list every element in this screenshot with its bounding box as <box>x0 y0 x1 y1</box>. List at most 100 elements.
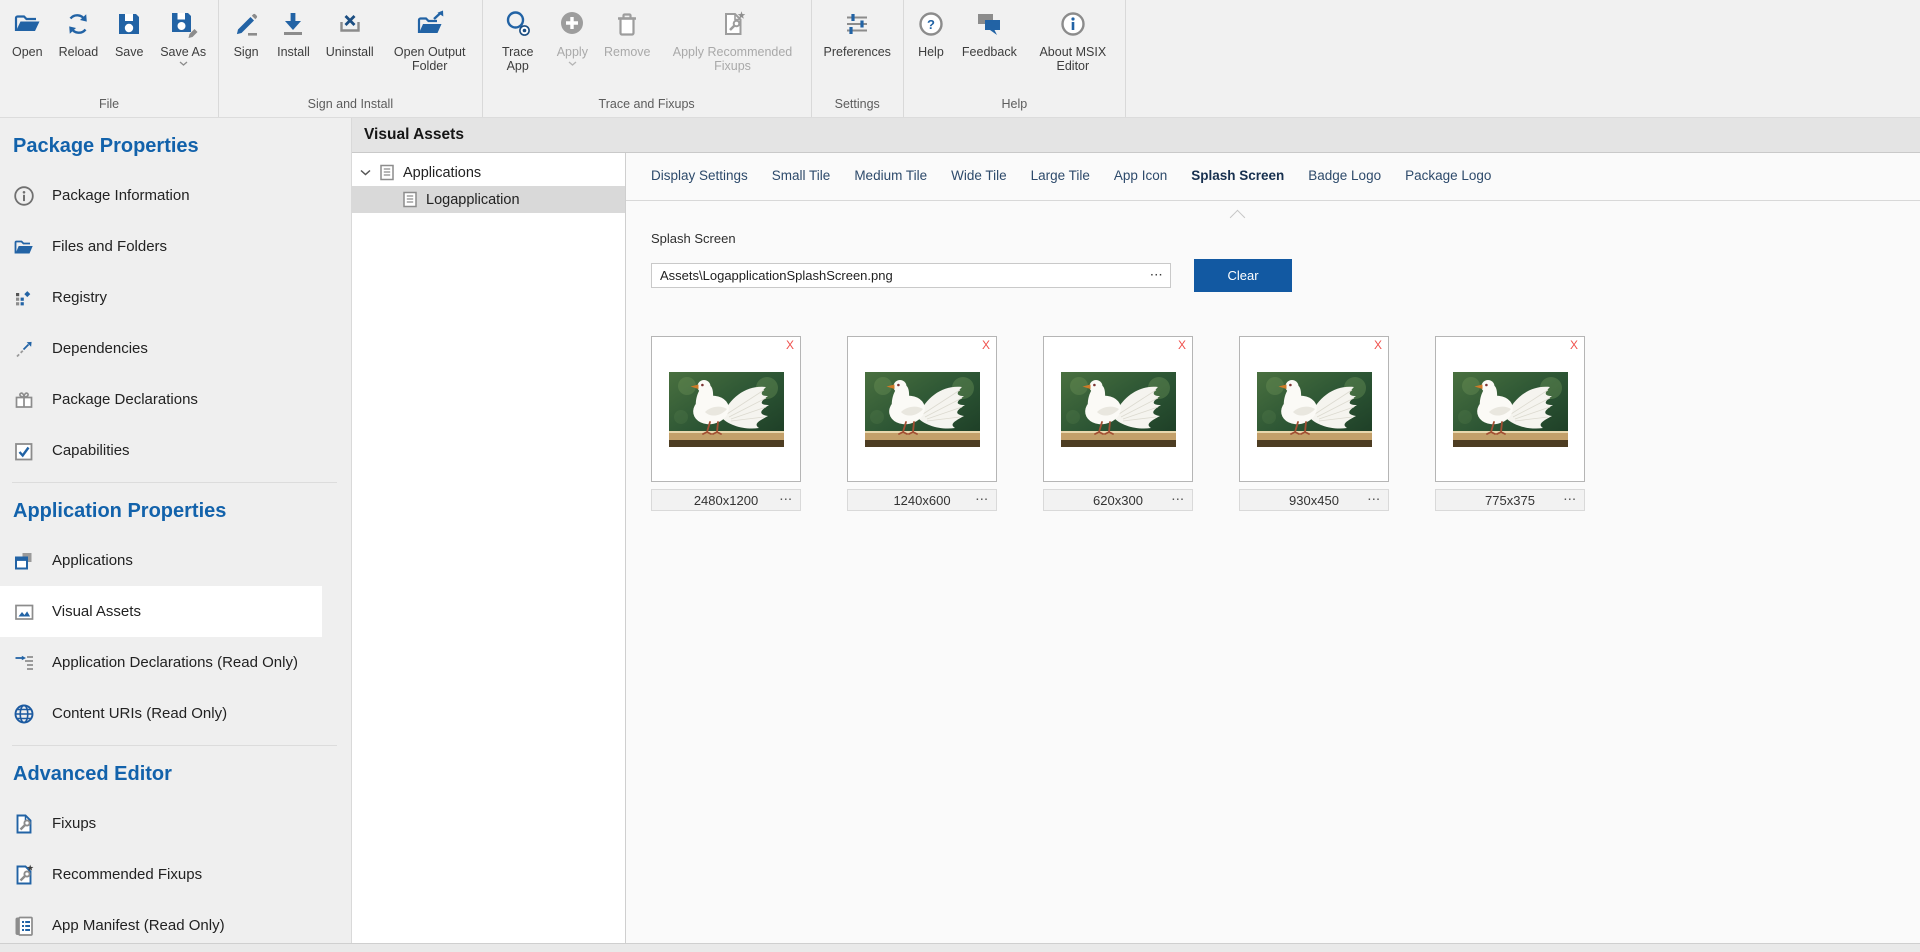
applications-tree: Applications Logapplication <box>352 153 626 943</box>
sidebar-item-label: Registry <box>52 289 107 306</box>
splash-path-input[interactable] <box>651 263 1171 288</box>
remove-asset-icon[interactable]: X <box>1178 339 1186 351</box>
ribbon-group-settings: Preferences Settings <box>811 0 903 117</box>
chevron-down-icon[interactable] <box>179 61 188 66</box>
tab-display-settings[interactable]: Display Settings <box>651 168 748 200</box>
group-label-settings: Settings <box>812 95 903 117</box>
sidebar-item-label: Content URIs (Read Only) <box>52 705 227 722</box>
uninstall-label: Uninstall <box>326 45 374 59</box>
application-node-icon <box>402 191 418 208</box>
sidebar-item-content-uris[interactable]: Content URIs (Read Only) <box>0 688 351 739</box>
sidebar-item-applications[interactable]: Applications <box>0 535 351 586</box>
bottom-scrollbar-strip[interactable] <box>0 943 1920 952</box>
apply-recommended-fixups-button[interactable]: Apply Recommended Fixups <box>659 7 807 73</box>
tab-package-logo[interactable]: Package Logo <box>1405 168 1491 200</box>
ribbon-group-help: ? Help Feedback About MSIX Editor Help <box>903 0 1126 117</box>
group-label-help: Help <box>904 95 1125 117</box>
sidebar-item-label: Package Declarations <box>52 391 198 408</box>
navigation-sidebar: Package Properties Package Information F… <box>0 118 352 943</box>
tile-menu-button[interactable]: ··· <box>1368 495 1381 506</box>
feedback-label: Feedback <box>962 45 1017 59</box>
feedback-button[interactable]: Feedback <box>954 7 1025 59</box>
tab-splash-screen[interactable]: Splash Screen <box>1191 168 1284 200</box>
about-msix-editor-button[interactable]: About MSIX Editor <box>1025 7 1121 73</box>
remove-asset-icon[interactable]: X <box>786 339 794 351</box>
preferences-button[interactable]: Preferences <box>816 7 899 59</box>
tree-item-applications[interactable]: Applications <box>352 159 625 186</box>
size-badge: 1240x600 ··· <box>847 489 997 511</box>
sidebar-item-application-declarations[interactable]: Application Declarations (Read Only) <box>0 637 351 688</box>
sidebar-item-label: Files and Folders <box>52 238 167 255</box>
reload-button[interactable]: Reload <box>51 7 107 59</box>
preview-box: X <box>1043 336 1193 482</box>
reload-label: Reload <box>59 45 99 59</box>
tab-badge-logo[interactable]: Badge Logo <box>1308 168 1381 200</box>
install-label: Install <box>277 45 310 59</box>
tab-small-tile[interactable]: Small Tile <box>772 168 831 200</box>
tree-item-logapplication[interactable]: Logapplication <box>352 186 625 213</box>
size-label: 775x375 <box>1485 493 1535 508</box>
preferences-sliders-icon <box>842 7 872 41</box>
sidebar-item-app-manifest[interactable]: App Manifest (Read Only) <box>0 900 351 943</box>
sidebar-item-recommended-fixups[interactable]: Recommended Fixups <box>0 849 351 900</box>
open-button[interactable]: Open <box>4 7 51 59</box>
chevron-down-icon[interactable] <box>360 169 372 176</box>
tab-medium-tile[interactable]: Medium Tile <box>854 168 927 200</box>
splash-preview-775x375: X <box>1435 336 1585 511</box>
remove-label: Remove <box>604 45 651 59</box>
install-download-icon <box>278 7 308 41</box>
install-button[interactable]: Install <box>269 7 318 59</box>
tile-menu-button[interactable]: ··· <box>780 495 793 506</box>
group-label-sign-install: Sign and Install <box>219 95 482 117</box>
manifest-scroll-icon <box>13 915 35 937</box>
ribbon-group-trace-fixups: Trace App Apply Remove <box>482 0 811 117</box>
registry-icon <box>13 287 35 309</box>
tab-large-tile[interactable]: Large Tile <box>1031 168 1090 200</box>
save-button[interactable]: Save <box>106 7 152 59</box>
save-as-button[interactable]: Save As <box>152 7 214 66</box>
trace-app-button[interactable]: Trace App <box>487 7 549 73</box>
tile-menu-button[interactable]: ··· <box>1172 495 1185 506</box>
group-label-trace-fixups: Trace and Fixups <box>483 95 811 117</box>
sidebar-item-label: Application Declarations (Read Only) <box>52 654 298 671</box>
sidebar-item-package-information[interactable]: Package Information <box>0 170 351 221</box>
sidebar-item-dependencies[interactable]: Dependencies <box>0 323 351 374</box>
size-badge: 620x300 ··· <box>1043 489 1193 511</box>
sign-button[interactable]: Sign <box>223 7 269 59</box>
open-output-folder-button[interactable]: Open Output Folder <box>382 7 478 73</box>
dependencies-arrow-icon <box>13 338 35 360</box>
page-title: Visual Assets <box>352 118 1920 153</box>
tab-app-icon[interactable]: App Icon <box>1114 168 1167 200</box>
remove-asset-icon[interactable]: X <box>982 339 990 351</box>
size-label: 1240x600 <box>893 493 950 508</box>
sidebar-item-visual-assets[interactable]: Visual Assets <box>0 586 322 637</box>
sidebar-item-registry[interactable]: Registry <box>0 272 351 323</box>
browse-button[interactable]: ··· <box>1144 264 1170 287</box>
remove-button[interactable]: Remove <box>596 7 659 59</box>
remove-asset-icon[interactable]: X <box>1374 339 1382 351</box>
ribbon-group-sign-install: Sign Install Uninstall Open Output Folde… <box>218 0 482 117</box>
splash-screen-panel: Splash Screen ··· Clear X <box>626 201 1920 511</box>
sidebar-item-package-declarations[interactable]: Package Declarations <box>0 374 351 425</box>
remove-asset-icon[interactable]: X <box>1570 339 1578 351</box>
help-button[interactable]: ? Help <box>908 7 954 59</box>
apply-button[interactable]: Apply <box>549 7 596 66</box>
preferences-label: Preferences <box>824 45 891 59</box>
sidebar-item-fixups[interactable]: Fixups <box>0 798 351 849</box>
sidebar-item-label: App Manifest (Read Only) <box>52 917 225 934</box>
clear-button[interactable]: Clear <box>1194 259 1292 292</box>
sidebar-item-capabilities[interactable]: Capabilities <box>0 425 351 476</box>
preview-box: X <box>1239 336 1389 482</box>
preview-box: X <box>847 336 997 482</box>
open-output-folder-icon <box>415 7 445 41</box>
splash-preview-930x450: X <box>1239 336 1389 511</box>
visual-assets-content: Display Settings Small Tile Medium Tile … <box>626 153 1920 943</box>
sidebar-item-files-and-folders[interactable]: Files and Folders <box>0 221 351 272</box>
apply-recommended-fixups-label: Apply Recommended Fixups <box>667 45 799 73</box>
tab-wide-tile[interactable]: Wide Tile <box>951 168 1007 200</box>
tile-menu-button[interactable]: ··· <box>976 495 989 506</box>
open-label: Open <box>12 45 43 59</box>
gift-box-icon <box>13 389 35 411</box>
tile-menu-button[interactable]: ··· <box>1564 495 1577 506</box>
uninstall-button[interactable]: Uninstall <box>318 7 382 59</box>
